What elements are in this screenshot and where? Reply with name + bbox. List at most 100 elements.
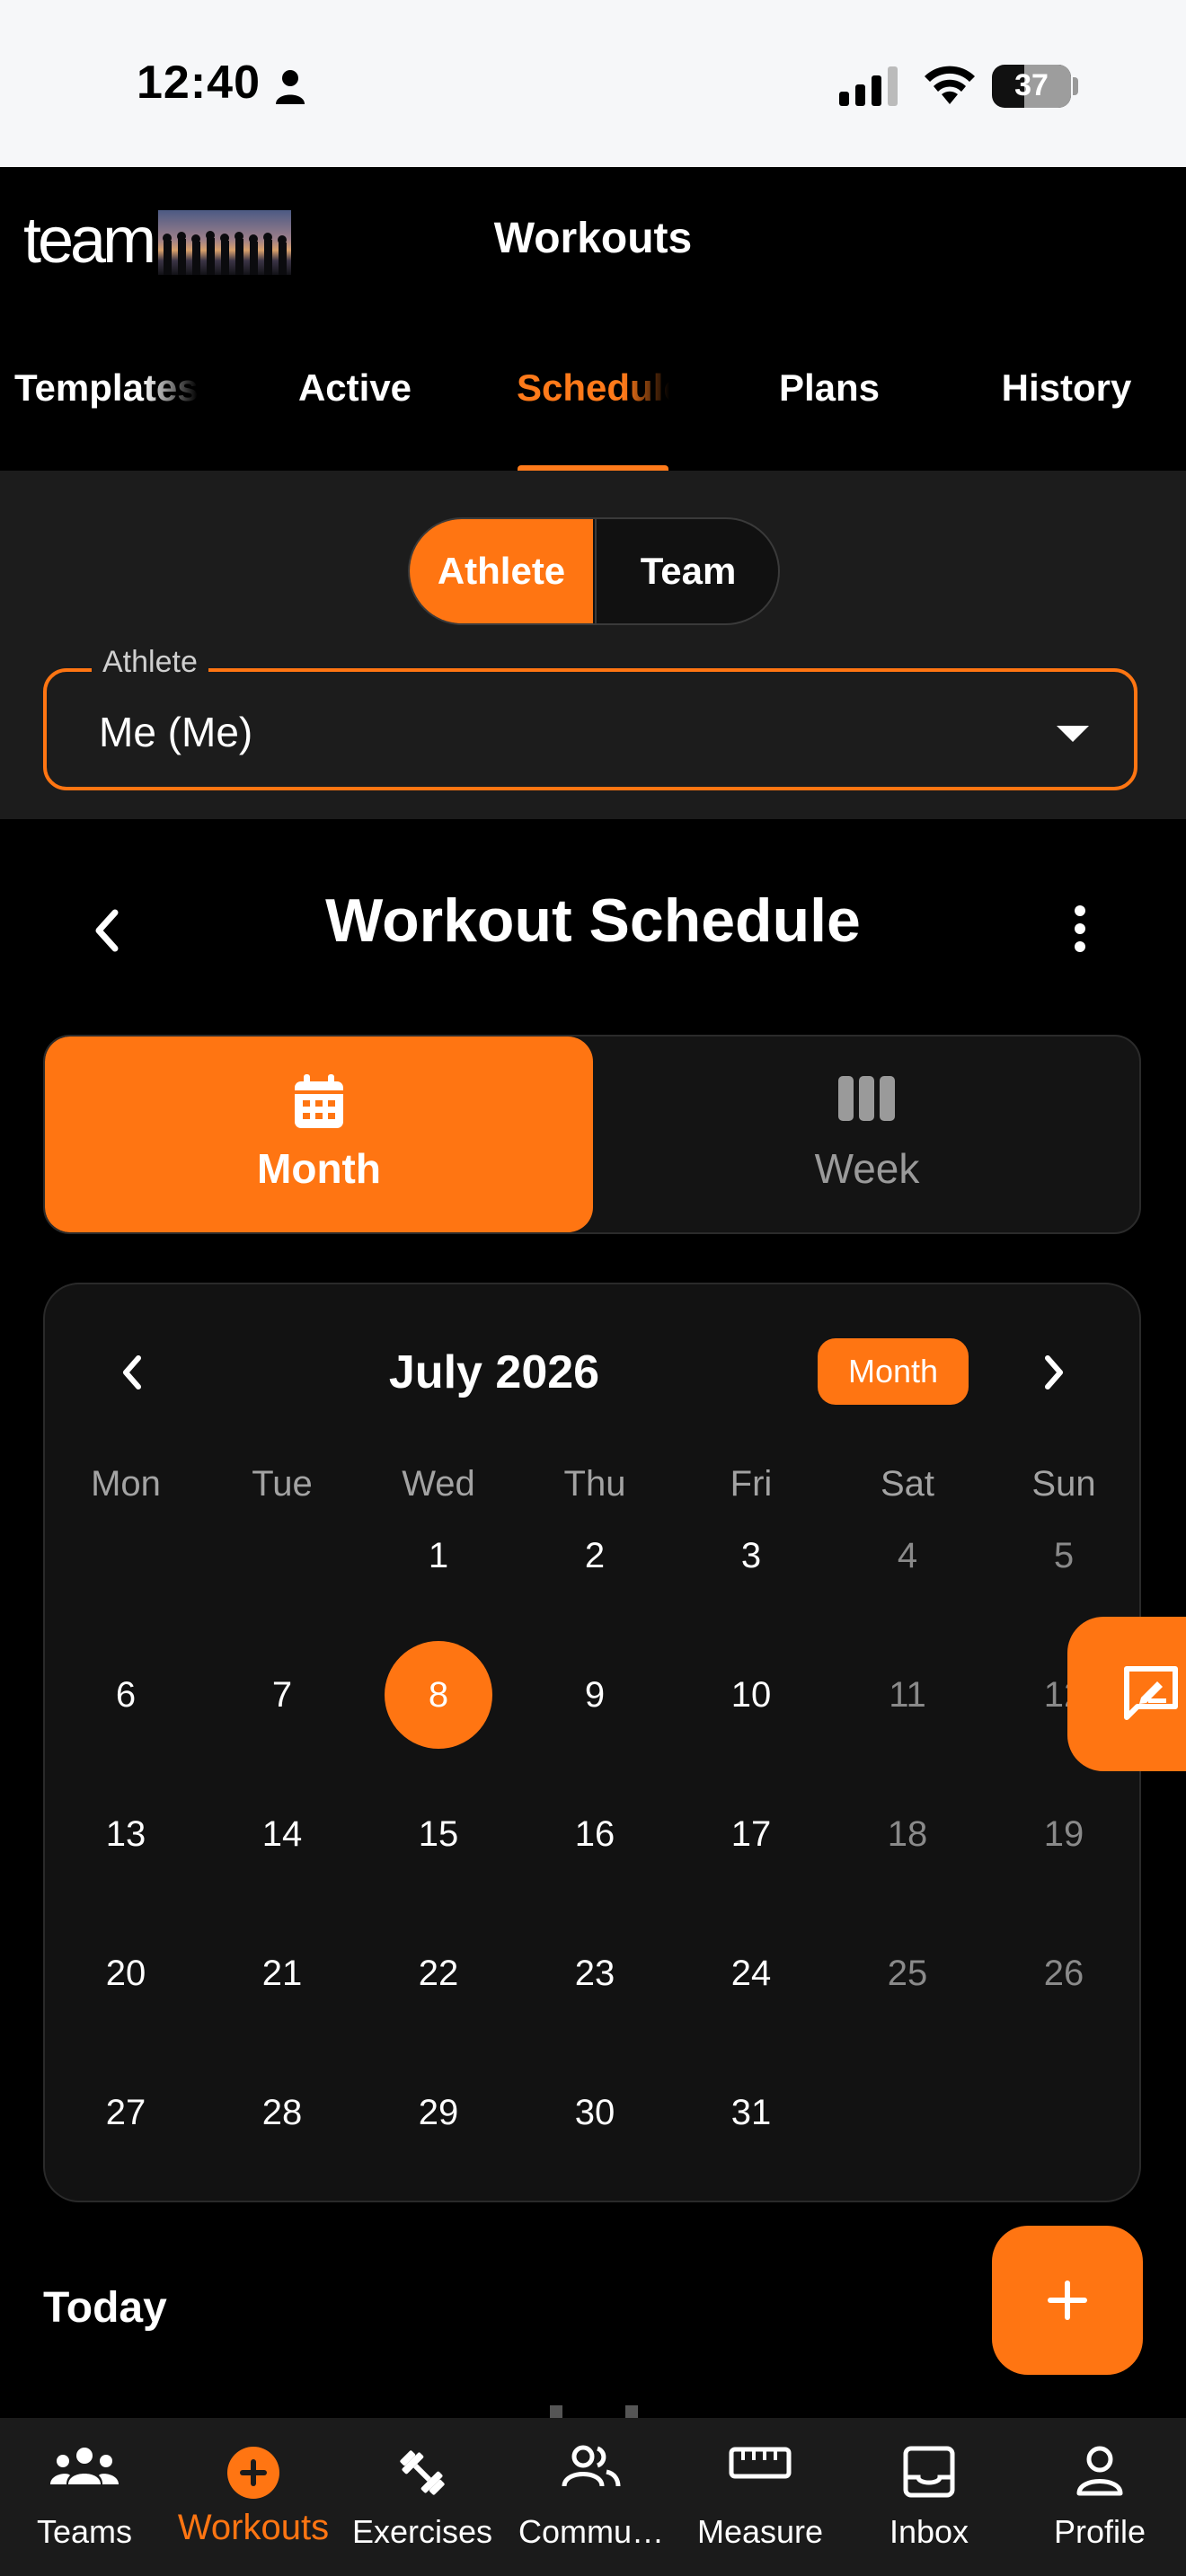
- calendar-day[interactable]: 24: [673, 1919, 829, 2027]
- calendar-icon: [295, 1074, 343, 1128]
- calendar-day-selected[interactable]: 8: [360, 1641, 517, 1749]
- page-title: Workouts: [493, 215, 693, 262]
- calendar-view-chip[interactable]: Month: [818, 1338, 969, 1405]
- nav-workouts[interactable]: Workouts: [169, 2418, 338, 2576]
- month-calendar: July 2026 Month Mon Tue Wed Thu Fri Sat …: [43, 1283, 1141, 2202]
- feedback-edit-icon: [1124, 1666, 1178, 1720]
- calendar-day[interactable]: 30: [517, 2059, 673, 2166]
- month-view-button[interactable]: Month: [45, 1037, 593, 1232]
- week-view-button[interactable]: Week: [593, 1037, 1139, 1232]
- athlete-panel: Athlete Team Athlete Me (Me): [0, 471, 1186, 819]
- profile-icon: [1076, 2446, 1123, 2496]
- calendar-day[interactable]: 13: [48, 1780, 204, 1888]
- weekday-tue: Tue: [252, 1464, 313, 1504]
- tab-schedule[interactable]: Schedule: [517, 366, 669, 410]
- status-bar: 12:40 37: [0, 0, 1186, 167]
- plus-icon: [1048, 2280, 1087, 2320]
- signal-icon: [839, 66, 898, 106]
- tab-history[interactable]: History: [963, 366, 1170, 410]
- month-view-label: Month: [257, 1145, 381, 1192]
- calendar-day[interactable]: 15: [360, 1780, 517, 1888]
- nav-measure-label: Measure: [696, 2513, 824, 2550]
- battery-level: 37: [1014, 68, 1049, 102]
- calendar-day[interactable]: 27: [48, 2059, 204, 2166]
- app-header: team Workouts: [0, 167, 1186, 316]
- scroll-peek-icon: [550, 2405, 638, 2418]
- calendar-day[interactable]: 9: [517, 1641, 673, 1749]
- calendar-day[interactable]: 25: [829, 1919, 986, 2027]
- nav-measure[interactable]: Measure: [676, 2418, 845, 2576]
- nav-teams[interactable]: Teams: [0, 2418, 169, 2576]
- dropdown-arrow-icon: [1057, 726, 1089, 742]
- calendar-day[interactable]: 3: [673, 1502, 829, 1610]
- person-icon: [276, 70, 305, 104]
- weekday-wed: Wed: [402, 1464, 475, 1504]
- tab-active[interactable]: Active: [252, 366, 458, 410]
- calendar-day[interactable]: 21: [204, 1919, 360, 2027]
- calendar-month-label: July 2026: [388, 1346, 600, 1398]
- calendar-day[interactable]: 18: [829, 1780, 986, 1888]
- calendar-day[interactable]: 29: [360, 2059, 517, 2166]
- weekday-sat: Sat: [880, 1464, 935, 1504]
- calendar-day[interactable]: 17: [673, 1780, 829, 1888]
- selected-day-number: 8: [385, 1641, 492, 1749]
- athlete-select-value: Me (Me): [99, 709, 253, 755]
- calendar-day[interactable]: 1: [360, 1502, 517, 1610]
- athlete-select[interactable]: Athlete Me (Me): [43, 645, 1137, 790]
- add-workout-button[interactable]: [992, 2226, 1143, 2375]
- nav-inbox[interactable]: Inbox: [845, 2418, 1013, 2576]
- calendar-day[interactable]: 20: [48, 1919, 204, 2027]
- team-toggle-button[interactable]: Team: [595, 519, 778, 623]
- nav-teams-label: Teams: [36, 2513, 133, 2550]
- athlete-toggle-button[interactable]: Athlete: [410, 519, 593, 623]
- tab-plans[interactable]: Plans: [726, 366, 933, 410]
- tab-templates[interactable]: Templates: [14, 366, 198, 410]
- feedback-button[interactable]: [1067, 1617, 1186, 1771]
- teams-icon: [50, 2448, 119, 2484]
- dumbbell-icon: [400, 2450, 445, 2495]
- calendar-day[interactable]: 16: [517, 1780, 673, 1888]
- week-columns-icon: [838, 1076, 895, 1121]
- calendar-day[interactable]: 4: [829, 1502, 986, 1610]
- calendar-day[interactable]: 28: [204, 2059, 360, 2166]
- weekday-thu: Thu: [563, 1464, 626, 1504]
- nav-inbox-label: Inbox: [889, 2513, 969, 2550]
- view-toggle: Month Week: [43, 1035, 1141, 1234]
- calendar-day[interactable]: 7: [204, 1641, 360, 1749]
- schedule-title: Workout Schedule: [325, 887, 861, 955]
- weekday-mon: Mon: [91, 1464, 161, 1504]
- next-month-icon[interactable]: [1039, 1353, 1067, 1392]
- nav-community-label: Commu…: [518, 2513, 665, 2550]
- calendar-day[interactable]: 14: [204, 1780, 360, 1888]
- calendar-day[interactable]: 2: [517, 1502, 673, 1610]
- week-view-label: Week: [814, 1145, 920, 1192]
- ruler-icon: [729, 2447, 792, 2479]
- weekday-sun: Sun: [1031, 1464, 1096, 1504]
- inbox-icon: [903, 2446, 955, 2498]
- nav-profile-label: Profile: [1053, 2513, 1146, 2550]
- calendar-day[interactable]: 5: [986, 1502, 1142, 1610]
- nav-profile[interactable]: Profile: [1013, 2418, 1186, 2576]
- battery-tip: [1073, 77, 1078, 95]
- calendar-day[interactable]: 26: [986, 1919, 1142, 2027]
- battery-icon: 37: [992, 65, 1071, 108]
- bottom-nav: Teams Workouts Exercises Commu… Measure …: [0, 2418, 1186, 2576]
- calendar-day[interactable]: 6: [48, 1641, 204, 1749]
- athlete-team-toggle: Athlete Team: [408, 517, 780, 625]
- calendar-day[interactable]: 19: [986, 1780, 1142, 1888]
- calendar-day[interactable]: 22: [360, 1919, 517, 2027]
- status-time: 12:40: [137, 57, 261, 109]
- wifi-icon: [925, 66, 975, 104]
- nav-exercises[interactable]: Exercises: [338, 2418, 507, 2576]
- calendar-day[interactable]: 31: [673, 2059, 829, 2166]
- today-section-label: Today: [43, 2284, 167, 2332]
- nav-community[interactable]: Commu…: [507, 2418, 676, 2576]
- calendar-day[interactable]: 11: [829, 1641, 986, 1749]
- workout-tabs: Templates Active Schedule Plans History: [0, 316, 1186, 472]
- more-options-icon[interactable]: [1069, 902, 1091, 956]
- calendar-day[interactable]: 23: [517, 1919, 673, 2027]
- athlete-select-label: Athlete: [92, 645, 208, 680]
- nav-exercises-label: Exercises: [351, 2513, 493, 2550]
- calendar-day[interactable]: 10: [673, 1641, 829, 1749]
- nav-workouts-label: Workouts: [177, 2508, 330, 2547]
